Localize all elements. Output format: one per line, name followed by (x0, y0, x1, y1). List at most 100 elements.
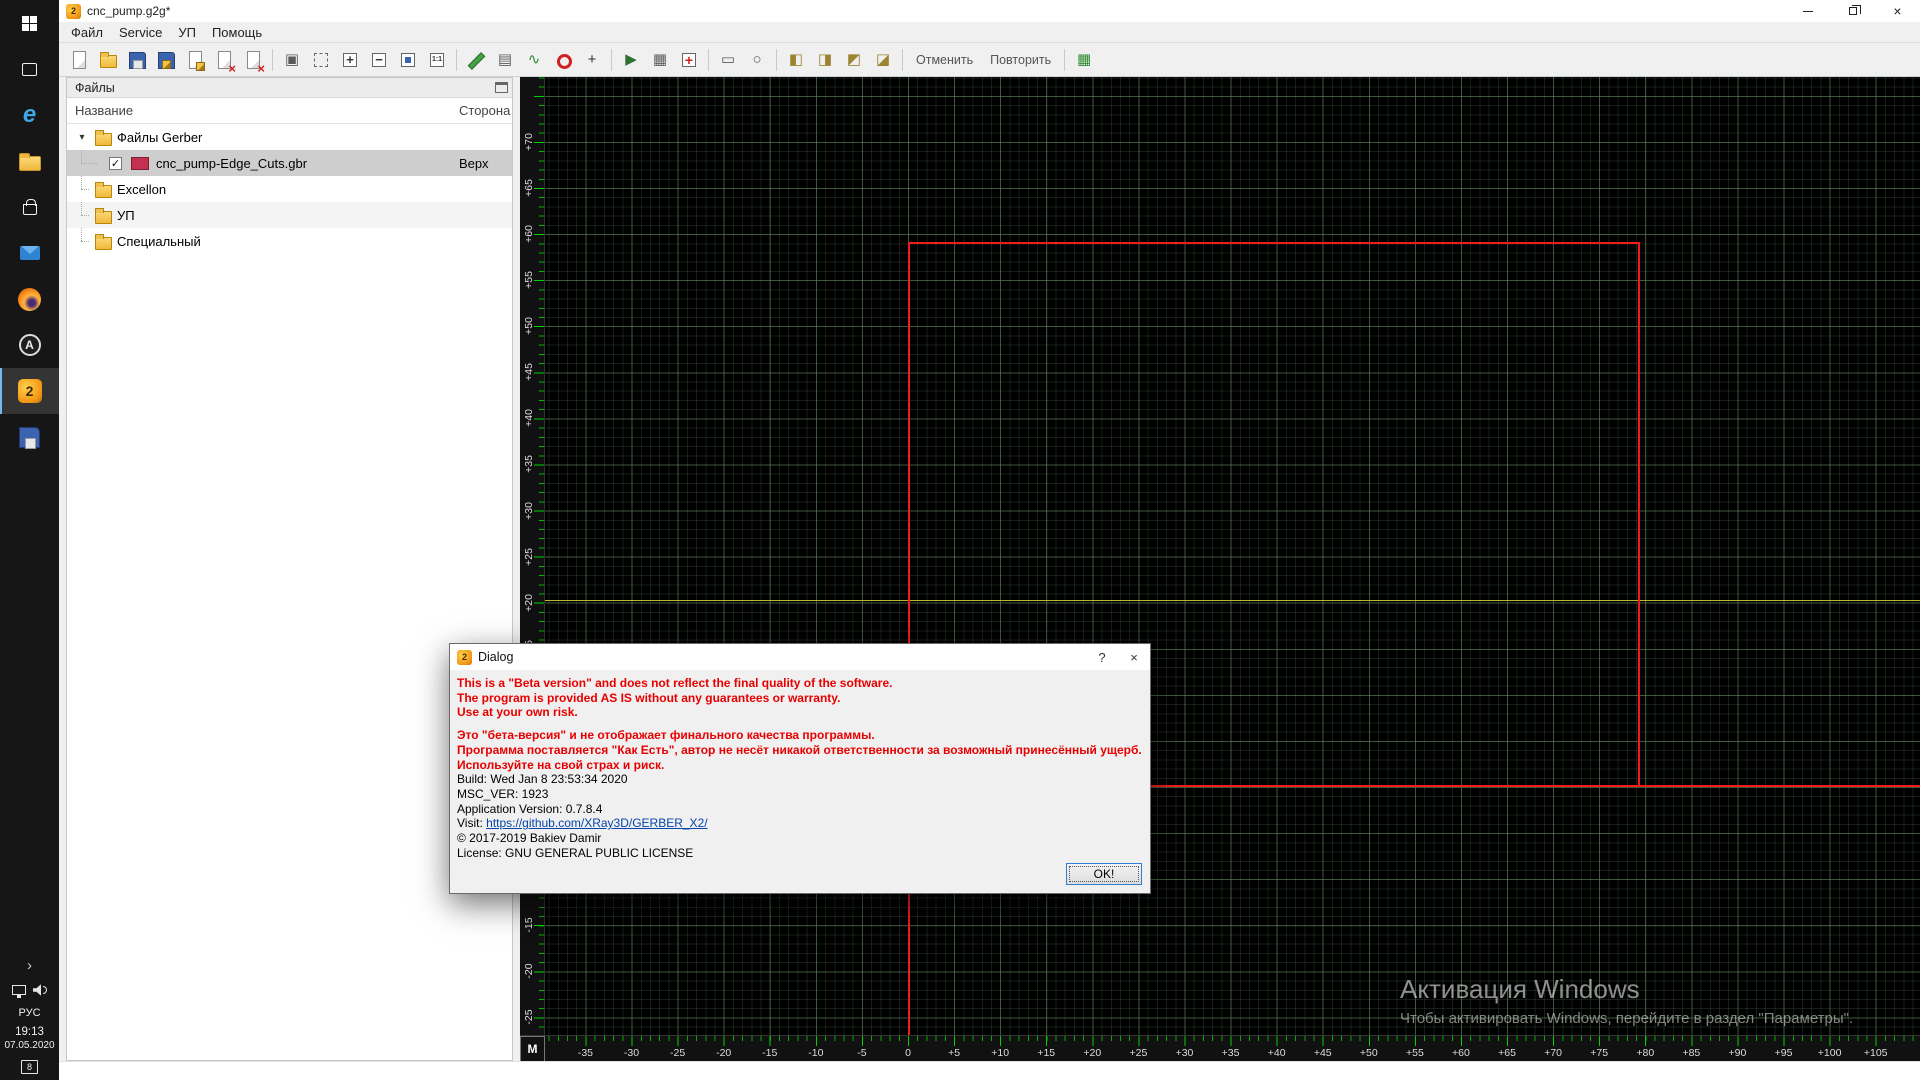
action-center-icon[interactable]: 8 (21, 1060, 38, 1074)
zoom-fit-button[interactable] (307, 46, 335, 74)
menu-item-3[interactable]: Помощь (204, 23, 270, 42)
v-ruler-label: +45 (520, 361, 539, 383)
toolbar-separator (902, 49, 903, 71)
h-ruler-label: -10 (808, 1047, 823, 1059)
h-ruler-label: +65 (1498, 1047, 1516, 1059)
v-ruler-label: +25 (520, 546, 539, 568)
save-as-button[interactable] (152, 46, 180, 74)
layer-color-swatch[interactable] (131, 157, 149, 170)
taskbar-firefox[interactable] (0, 276, 59, 322)
thermal-button[interactable]: ∿ (520, 46, 548, 74)
tool-table-button[interactable]: ▦ (646, 46, 674, 74)
tree-row-0[interactable]: ▾Файлы Gerber (67, 124, 512, 150)
open-file-button[interactable] (94, 46, 122, 74)
time-label: 19:13 (4, 1025, 54, 1039)
undo-button[interactable]: Отменить (908, 46, 981, 74)
measure-button[interactable] (462, 46, 490, 74)
units-toggle[interactable]: M (520, 1036, 545, 1061)
pin-table-button[interactable]: ▦ (1070, 46, 1098, 74)
intersection-button[interactable]: ◨ (811, 46, 839, 74)
layer-checkbox[interactable]: ✓ (109, 157, 122, 170)
v-ruler-label: -15 (520, 914, 539, 936)
close-all-button[interactable] (239, 46, 267, 74)
h-ruler-label: +60 (1452, 1047, 1470, 1059)
close-button[interactable]: × (1875, 0, 1920, 22)
close-file-icon (215, 51, 233, 69)
dialog-close-button[interactable]: × (1118, 644, 1150, 670)
panel-splitter[interactable] (513, 77, 520, 1061)
redo-button[interactable]: Повторить (982, 46, 1059, 74)
exclusion-button[interactable]: ◪ (869, 46, 897, 74)
dialog-warning-en: This is a "Beta version" and does not re… (457, 676, 1142, 720)
network-icon[interactable] (12, 985, 26, 995)
v-ruler-label: +65 (520, 177, 539, 199)
file-properties-button[interactable]: ▤ (491, 46, 519, 74)
minimize-button[interactable] (1785, 0, 1830, 22)
taskbar-gerber-x2[interactable]: 2 (0, 368, 59, 414)
zoom-in-button[interactable] (336, 46, 364, 74)
rect-tool-icon: ▭ (719, 51, 737, 69)
tree-header[interactable]: Название Сторона (67, 98, 512, 124)
dialog-icon: 2 (457, 650, 472, 665)
float-panel-button[interactable] (495, 82, 508, 93)
task-view-icon (22, 63, 37, 76)
drill-button[interactable] (549, 46, 577, 74)
taskbar-start[interactable] (0, 0, 59, 46)
dialog-titlebar[interactable]: 2 Dialog ? × (450, 644, 1150, 670)
taskbar-app-a[interactable]: A (0, 322, 59, 368)
tree-row-3[interactable]: УП (67, 202, 512, 228)
zoom-selected-button[interactable] (394, 46, 422, 74)
cascade-view-button[interactable]: ▣ (278, 46, 306, 74)
ok-button[interactable]: OK! (1066, 863, 1142, 885)
taskbar-mail[interactable] (0, 230, 59, 276)
close-file-button[interactable] (210, 46, 238, 74)
github-link[interactable]: https://github.com/XRay3D/GERBER_X2/ (486, 816, 707, 830)
tree-label: cnc_pump-Edge_Cuts.gbr (156, 156, 307, 171)
warning-line-ru: Используйте на свой страх и риск. (457, 758, 1142, 773)
tree-row-4[interactable]: Специальный (67, 228, 512, 254)
difference-button[interactable]: ◩ (840, 46, 868, 74)
h-ruler-label: +40 (1268, 1047, 1286, 1059)
license-info: License: GNU GENERAL PUBLIC LICENSE (457, 846, 1142, 861)
tree-row-1[interactable]: ✓cnc_pump-Edge_Cuts.gbrВерх (67, 150, 512, 176)
toolbar-separator (456, 49, 457, 71)
target-button[interactable] (675, 46, 703, 74)
dialog-help-button[interactable]: ? (1086, 644, 1118, 670)
files-panel-titlebar[interactable]: Файлы (67, 78, 512, 98)
speaker-icon[interactable] (33, 984, 47, 996)
menu-item-2[interactable]: УП (170, 23, 204, 42)
taskbar-task-view[interactable] (0, 46, 59, 92)
h-ruler-label: +30 (1176, 1047, 1194, 1059)
start-icon (22, 16, 37, 31)
new-file-button[interactable] (65, 46, 93, 74)
mail-icon (20, 246, 40, 260)
tree-row-2[interactable]: Excellon (67, 176, 512, 202)
menu-item-1[interactable]: Service (111, 23, 170, 42)
h-ruler-ticks-major (545, 1036, 1920, 1046)
save-button[interactable] (123, 46, 151, 74)
menu-item-0[interactable]: Файл (63, 23, 111, 42)
rect-tool-button[interactable]: ▭ (714, 46, 742, 74)
taskbar-store[interactable] (0, 184, 59, 230)
zoom-100-button[interactable] (423, 46, 451, 74)
clock[interactable]: 19:13 07.05.2020 (4, 1025, 54, 1053)
taskbar-edge[interactable]: e (0, 92, 59, 138)
expander-icon[interactable]: ▾ (75, 132, 89, 143)
origin-button[interactable]: + (578, 46, 606, 74)
taskbar-tray: › РУС 19:13 07.05.2020 8 (0, 955, 59, 1080)
edit-file-button[interactable] (181, 46, 209, 74)
v-ruler-label: -25 (520, 1006, 539, 1028)
run-gcode-button[interactable]: ▶ (617, 46, 645, 74)
title-bar[interactable]: 2 cnc_pump.g2g* × (59, 0, 1920, 22)
show-hidden-icons-button[interactable]: › (27, 955, 32, 977)
circle-tool-button[interactable]: ○ (743, 46, 771, 74)
restore-button[interactable] (1830, 0, 1875, 22)
taskbar-file-explorer[interactable] (0, 138, 59, 184)
union-button[interactable]: ◧ (782, 46, 810, 74)
file-properties-icon: ▤ (496, 51, 514, 69)
taskbar-floppy-app[interactable] (0, 414, 59, 460)
copyright-info: © 2017-2019 Bakiev Damir (457, 831, 1142, 846)
zoom-out-button[interactable] (365, 46, 393, 74)
language-indicator[interactable]: РУС (18, 1003, 40, 1023)
msc-ver-info: MSC_VER: 1923 (457, 787, 1142, 802)
